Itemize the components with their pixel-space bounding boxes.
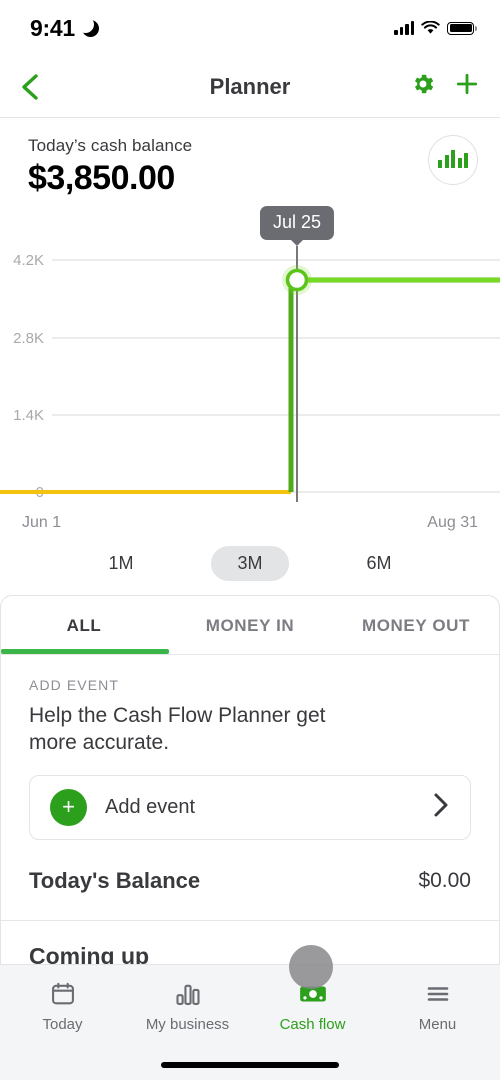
crescent-moon-icon (76, 15, 99, 37)
series-forecast-riser (288, 277, 500, 492)
gear-icon (414, 74, 434, 94)
marker-dot (285, 268, 309, 292)
nav-item-cash-flow[interactable]: Cash flow (250, 979, 375, 1033)
cash-flow-chart[interactable]: 4.2K 2.8K 1.4K 0 Jul 25 (0, 202, 500, 522)
cellular-signal-icon (394, 21, 414, 35)
nav-label-today: Today (42, 1016, 83, 1033)
add-event-eyebrow: ADD EVENT (29, 677, 120, 693)
today-balance-value: $0.00 (418, 868, 471, 892)
add-event-headline: Help the Cash Flow Planner get more accu… (29, 704, 326, 755)
money-bill-icon (298, 979, 328, 1009)
bottom-navigation: Today My business Cash flow Menu (0, 964, 500, 1080)
coming-up-heading: Coming up (29, 942, 150, 969)
plus-icon: + (50, 788, 87, 826)
ytick-label-2800: 2.8K (13, 330, 44, 347)
battery-full-icon (447, 21, 477, 35)
back-button[interactable] (20, 73, 54, 101)
today-balance-label: Today's Balance (29, 867, 201, 893)
balance-amount: $3,850.00 (28, 159, 175, 197)
nav-item-today[interactable]: Today (0, 979, 125, 1033)
plus-icon (456, 73, 478, 95)
hamburger-menu-icon (424, 979, 452, 1009)
chart-toggle-button[interactable] (428, 135, 478, 185)
ytick-label-1400: 1.4K (13, 407, 44, 424)
range-picker: 1M 3M 6M (0, 546, 500, 595)
tab-money-out[interactable]: MONEY OUT (333, 596, 499, 654)
nav-label-my-business: My business (145, 1016, 230, 1033)
chart-canvas: 4.2K 2.8K 1.4K 0 (0, 246, 500, 502)
tab-bar: ALL MONEY IN MONEY OUT (1, 596, 499, 654)
app-header: Planner (0, 56, 500, 118)
chevron-right-icon (432, 792, 450, 823)
add-button[interactable] (454, 71, 480, 102)
range-option-3m[interactable]: 3M (211, 546, 289, 581)
calendar-icon (49, 979, 77, 1009)
bar-chart-icon (174, 979, 202, 1009)
home-indicator (161, 1062, 339, 1068)
nav-label-cash-flow: Cash flow (279, 1016, 346, 1033)
chart-tooltip: Jul 25 (259, 206, 335, 240)
nav-item-my-business[interactable]: My business (125, 979, 250, 1033)
status-bar-left: 9:41 (30, 15, 99, 42)
tab-money-in[interactable]: MONEY IN (167, 596, 333, 654)
status-bar: 9:41 (0, 0, 500, 56)
balance-block: Today’s cash balance $3,850.00 (0, 118, 500, 198)
balance-label: Today’s cash balance (28, 136, 193, 155)
tab-all[interactable]: ALL (1, 596, 167, 654)
chevron-left-icon (22, 73, 38, 100)
add-event-section: ADD EVENT Help the Cash Flow Planner get… (1, 655, 499, 840)
status-bar-right (394, 21, 477, 35)
ytick-label-4200: 4.2K (13, 252, 44, 269)
header-actions (410, 71, 480, 102)
today-balance-row[interactable]: Today's Balance $0.00 (1, 840, 499, 921)
nav-item-menu[interactable]: Menu (375, 979, 500, 1033)
add-event-button-label: Add event (105, 795, 196, 818)
status-time: 9:41 (30, 14, 75, 41)
range-option-1m[interactable]: 1M (82, 546, 159, 581)
bar-chart-icon (438, 150, 468, 168)
settings-button[interactable] (410, 71, 436, 102)
wifi-icon (421, 21, 440, 34)
range-option-6m[interactable]: 6M (341, 546, 418, 581)
add-event-button[interactable]: + Add event (29, 774, 471, 840)
active-tab-indicator (1, 649, 169, 654)
nav-label-menu: Menu (418, 1016, 457, 1033)
